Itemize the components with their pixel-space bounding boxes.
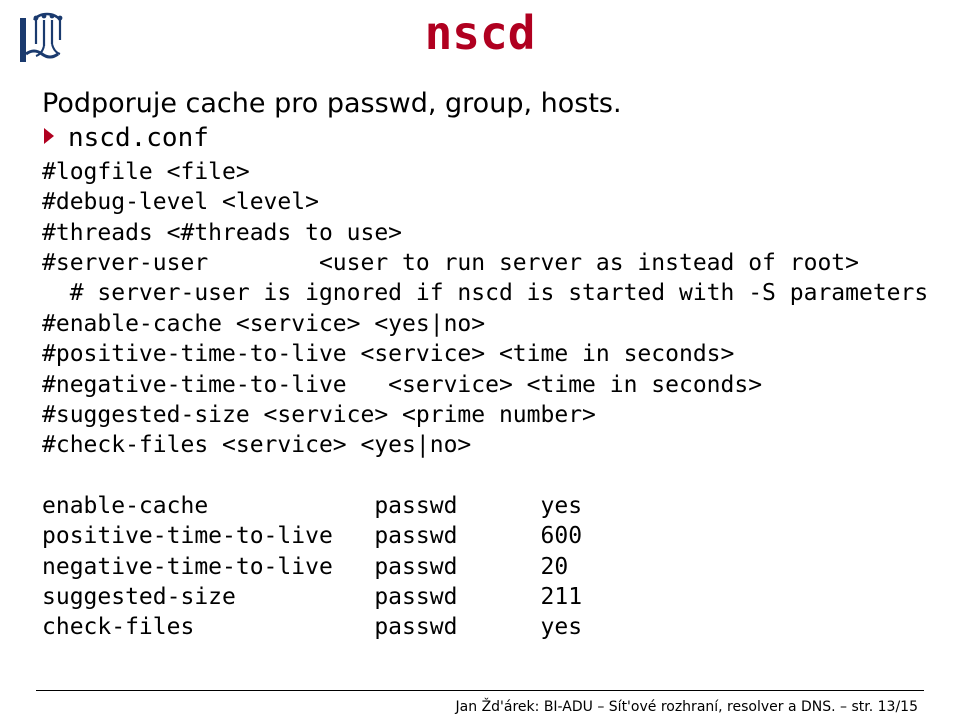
- footer-divider: [36, 690, 924, 691]
- bullet-line: nscd.conf: [42, 123, 918, 153]
- code-line: #positive-time-to-live <service> <time i…: [42, 339, 918, 369]
- code-line: #debug-level <level>: [42, 187, 918, 217]
- code-line: positive-time-to-live passwd 600: [42, 521, 918, 551]
- code-line: #negative-time-to-live <service> <time i…: [42, 370, 918, 400]
- code-line: check-files passwd yes: [42, 612, 918, 642]
- code-line: #server-user <user to run server as inst…: [42, 248, 918, 278]
- code-line: suggested-size passwd 211: [42, 582, 918, 612]
- footer-course: BI-ADU – Sít'ové rozhraní, resolver a DN…: [544, 699, 836, 715]
- code-line: #check-files <service> <yes|no>: [42, 430, 918, 460]
- code-line: #logfile <file>: [42, 157, 918, 187]
- institution-logo: [14, 6, 82, 78]
- bullet-icon: [42, 126, 58, 151]
- intro-text: Podporuje cache pro passwd, group, hosts…: [42, 88, 918, 119]
- footer-author: Jan Žd'árek: [456, 699, 535, 715]
- conf-filename: nscd.conf: [68, 123, 209, 153]
- code-line: enable-cache passwd yes: [42, 491, 918, 521]
- code-line: negative-time-to-live passwd 20: [42, 552, 918, 582]
- code-line: #suggested-size <service> <prime number>: [42, 400, 918, 430]
- code-line: #enable-cache <service> <yes|no>: [42, 309, 918, 339]
- code-line: # server-user is ignored if nscd is star…: [42, 278, 918, 308]
- slide-footer: Jan Žd'árek: BI-ADU – Sít'ové rozhraní, …: [456, 699, 918, 715]
- slide-title: nscd: [0, 0, 960, 60]
- slide-content: Podporuje cache pro passwd, group, hosts…: [0, 88, 960, 643]
- code-line: #threads <#threads to use>: [42, 218, 918, 248]
- footer-page: – str. 13/15: [836, 699, 918, 715]
- code-block: #logfile <file>#debug-level <level>#thre…: [42, 157, 918, 643]
- footer-sep: :: [535, 699, 544, 715]
- code-line: [42, 461, 918, 491]
